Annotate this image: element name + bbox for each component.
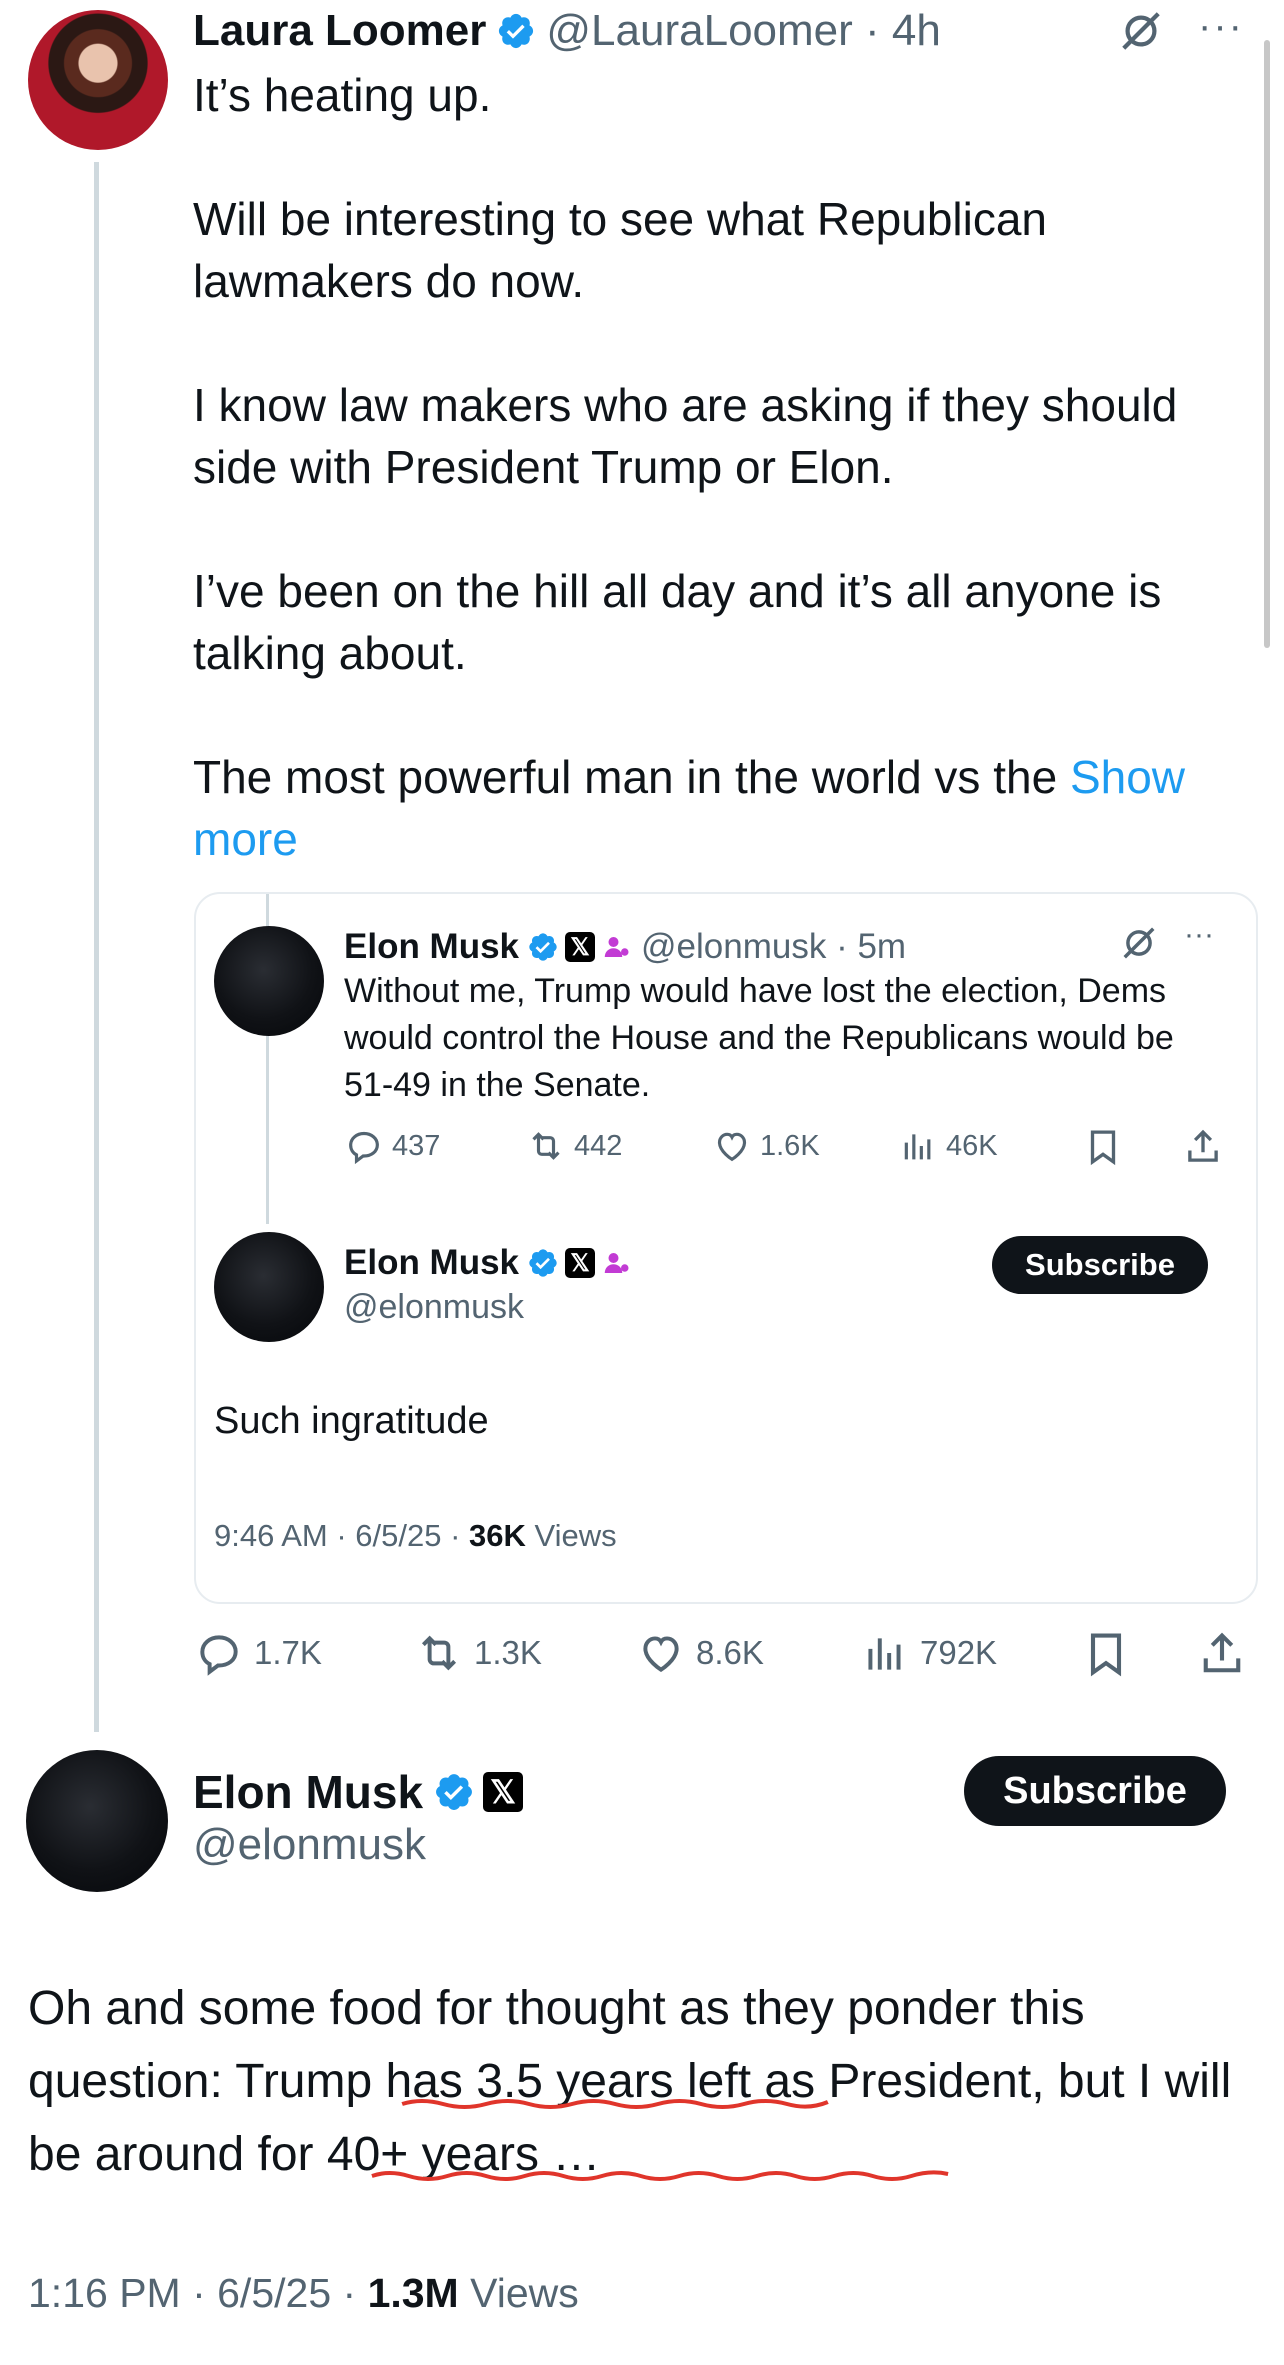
elon-musk-avatar[interactable] xyxy=(26,1750,168,1892)
like-button[interactable]: 1.6K xyxy=(712,1126,820,1166)
quoted-tweet-text: Such ingratitude xyxy=(214,1400,489,1442)
verified-badge-icon xyxy=(436,1774,472,1810)
more-options-icon[interactable]: ··· xyxy=(1198,4,1244,49)
handle[interactable]: @elonmusk xyxy=(193,1820,426,1870)
author-name[interactable]: Elon Musk xyxy=(344,927,519,967)
grok-icon[interactable] xyxy=(1120,924,1158,962)
reply-button[interactable]: 437 xyxy=(344,1126,440,1166)
reply-button[interactable]: 1.7K xyxy=(194,1628,322,1678)
share-icon[interactable] xyxy=(1196,1628,1248,1680)
reply-icon xyxy=(349,1131,379,1165)
elon-musk-avatar[interactable] xyxy=(214,1232,324,1342)
paragraph: I know law makers who are asking if they… xyxy=(193,379,1178,493)
share-icon[interactable] xyxy=(1182,1126,1224,1168)
analytics-icon xyxy=(868,1638,901,1670)
paragraph: I’ve been on the hill all day and it’s a… xyxy=(193,565,1162,679)
views-count: 46K xyxy=(946,1129,998,1162)
government-badge-icon xyxy=(604,937,629,957)
quoted-timestamp[interactable]: 9:46 AM · 6/5/25 · 36K Views xyxy=(214,1518,617,1554)
paragraph: It’s heating up. xyxy=(193,69,492,121)
analytics-icon xyxy=(904,1134,931,1160)
x-affiliate-icon: 𝕏 xyxy=(483,1772,524,1812)
views-label: Views xyxy=(458,2270,579,2316)
time: 9:46 AM · 6/5/25 · xyxy=(214,1518,470,1553)
more-options-icon[interactable]: ··· xyxy=(1184,918,1214,952)
subscribe-button[interactable]: Subscribe xyxy=(992,1236,1208,1294)
thread-line xyxy=(94,162,99,1732)
handle[interactable]: @elonmusk xyxy=(344,1288,524,1327)
verified-badge-icon xyxy=(529,933,557,961)
quoted-tweet-text: Without me, Trump would have lost the el… xyxy=(344,972,1174,1104)
reply-count: 1.7K xyxy=(254,1634,322,1671)
time: 1:16 PM · 6/5/25 · xyxy=(28,2270,368,2316)
views-count: 792K xyxy=(920,1634,998,1671)
quoted-author-row: Elon Musk 𝕏 xyxy=(344,1240,631,1286)
repost-icon xyxy=(532,1132,560,1160)
views-count: 1.3M xyxy=(367,2270,459,2316)
views-count: 36K xyxy=(469,1518,526,1553)
repost-button[interactable]: 442 xyxy=(526,1126,622,1166)
subscribe-button[interactable]: Subscribe xyxy=(964,1756,1226,1826)
like-button[interactable]: 8.6K xyxy=(636,1628,764,1678)
reply-author-row: Elon Musk 𝕏 xyxy=(193,1762,524,1822)
reply-tweet-text: Oh and some food for thought as they pon… xyxy=(28,1982,1232,2181)
verified-badge-icon xyxy=(499,13,534,49)
author-name[interactable]: Elon Musk xyxy=(193,1765,423,1819)
grok-icon[interactable] xyxy=(1118,8,1164,54)
handle-time[interactable]: @elonmusk · 5m xyxy=(641,927,906,967)
repost-button[interactable]: 1.3K xyxy=(414,1628,542,1678)
red-underline-annotation xyxy=(401,2099,829,2109)
x-affiliate-icon: 𝕏 xyxy=(565,1248,596,1278)
repost-icon xyxy=(421,1635,457,1671)
bookmark-icon[interactable] xyxy=(1080,1628,1132,1680)
main-tweet-text: It’s heating up. Will be interesting to … xyxy=(193,64,1253,870)
author-name[interactable]: Laura Loomer xyxy=(193,6,486,56)
views-button[interactable]: 46K xyxy=(898,1126,998,1166)
government-badge-icon xyxy=(604,1253,629,1273)
reply-timestamp[interactable]: 1:16 PM · 6/5/25 · 1.3M Views xyxy=(28,2270,579,2317)
reply-icon xyxy=(200,1635,238,1676)
x-affiliate-icon: 𝕏 xyxy=(565,932,596,962)
verified-badge-icon xyxy=(529,1249,557,1277)
views-label: Views xyxy=(525,1518,617,1553)
views-button[interactable]: 792K xyxy=(860,1628,997,1678)
like-count: 8.6K xyxy=(696,1634,764,1671)
author-name[interactable]: Elon Musk xyxy=(344,1243,519,1283)
paragraph: Will be interesting to see what Republic… xyxy=(193,193,1048,307)
heart-icon xyxy=(717,1132,747,1162)
main-tweet-header: Laura Loomer @LauraLoomer · 4h xyxy=(193,4,941,58)
elon-musk-avatar[interactable] xyxy=(214,926,324,1036)
heart-icon xyxy=(643,1636,679,1672)
red-underline-annotation xyxy=(371,2170,949,2181)
paragraph: The most powerful man in the world vs th… xyxy=(193,746,1253,870)
repost-count: 1.3K xyxy=(474,1634,542,1671)
laura-loomer-avatar[interactable] xyxy=(28,10,168,150)
reply-count: 437 xyxy=(392,1129,441,1162)
handle-time[interactable]: @LauraLoomer · 4h xyxy=(546,6,940,56)
bookmark-icon[interactable] xyxy=(1082,1126,1124,1168)
like-count: 1.6K xyxy=(760,1129,820,1162)
repost-count: 442 xyxy=(574,1129,623,1162)
paragraph-truncated: The most powerful man in the world vs th… xyxy=(193,751,1058,803)
quoted-tweet-header: Elon Musk 𝕏 @elonmusk · 5m xyxy=(344,924,906,970)
scrollbar[interactable] xyxy=(1264,40,1270,648)
